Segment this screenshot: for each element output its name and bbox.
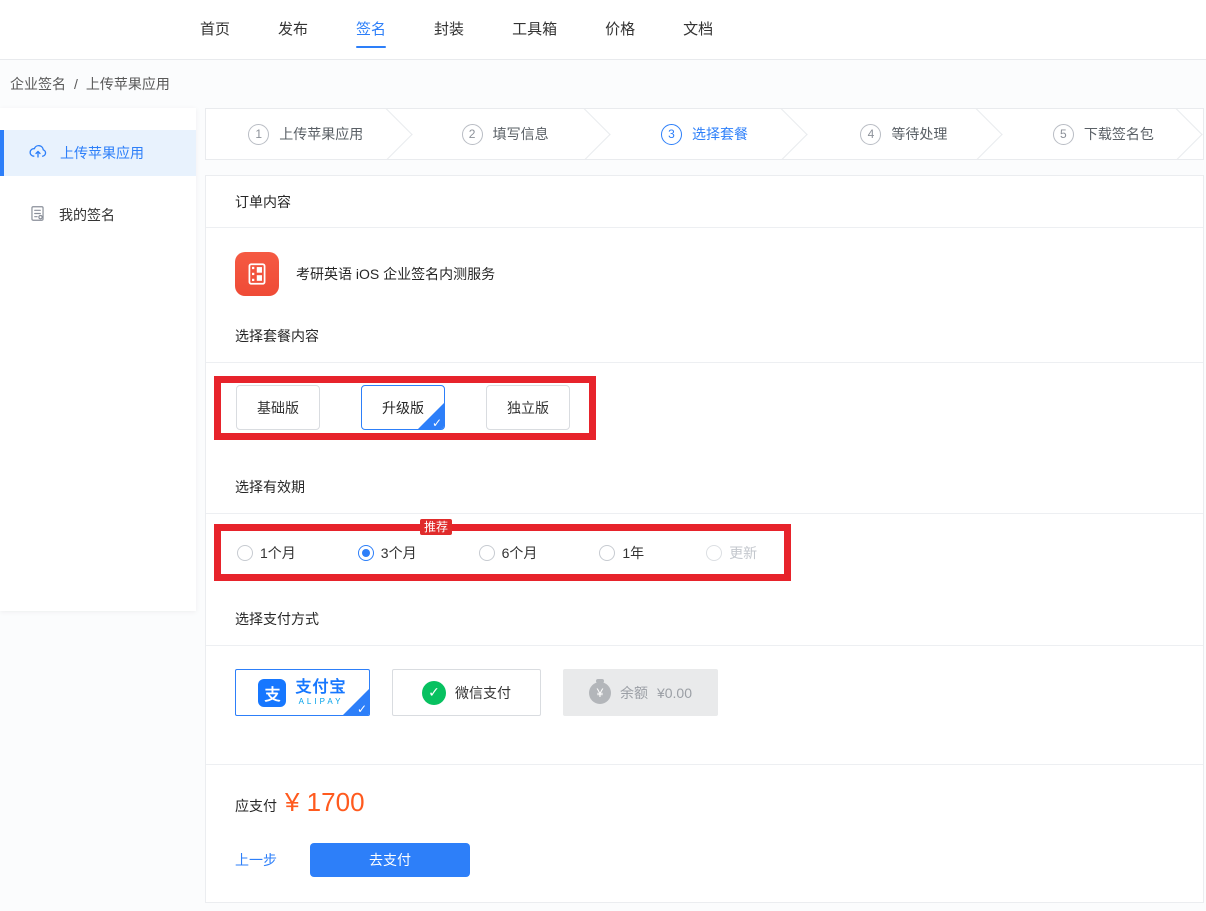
previous-step-link[interactable]: 上一步 [235, 850, 277, 870]
validity-section-title: 选择有效期 [206, 460, 1203, 514]
radio-label: 1个月 [260, 543, 296, 563]
step-number: 5 [1053, 124, 1074, 145]
validity-options: 1个月 3个月 6个月 1年 更新 [237, 531, 757, 574]
step-label: 选择套餐 [692, 124, 748, 144]
go-pay-button[interactable]: 去支付 [310, 843, 470, 877]
annotation-box-validity: 推荐 1个月 3个月 6个月 1年 [214, 524, 791, 581]
sidebar-item-upload-app[interactable]: 上传苹果应用 [0, 130, 196, 176]
page: 首页 发布 签名 封装 工具箱 价格 文档 企业签名 / 上传苹果应用 上传苹果… [0, 0, 1206, 911]
payable-amount: ¥ 1700 [285, 787, 365, 818]
step-number: 1 [248, 124, 269, 145]
breadcrumb-current: 上传苹果应用 [86, 74, 170, 94]
order-app-row: 考研英语 iOS 企业签名内测服务 [235, 252, 495, 296]
top-header: 首页 发布 签名 封装 工具箱 价格 文档 [0, 0, 1206, 60]
check-icon: ✓ [432, 416, 442, 430]
balance-label: 余额 [620, 683, 648, 703]
sidebar-item-my-signatures[interactable]: 我的签名 [0, 192, 196, 238]
validity-option-6months[interactable]: 6个月 [479, 543, 538, 563]
nav-item-docs[interactable]: 文档 [683, 0, 713, 60]
validity-option-1month[interactable]: 1个月 [237, 543, 296, 563]
radio-icon [479, 545, 495, 561]
money-bag-icon: ¥ [589, 682, 611, 704]
footer-actions: 上一步 去支付 [235, 843, 470, 877]
package-option-basic[interactable]: 基础版 [236, 385, 320, 430]
step-number: 4 [860, 124, 881, 145]
step-label: 填写信息 [493, 124, 549, 144]
validity-option-renew: 更新 [706, 543, 757, 563]
alipay-sublabel: ALIPAY [299, 698, 344, 706]
package-options: 基础版 升级版 ✓ 独立版 [236, 385, 570, 430]
alipay-wordmark: 支付宝 ALIPAY [295, 680, 346, 706]
package-section-title: 选择套餐内容 [206, 309, 1203, 363]
step-label: 等待处理 [891, 124, 947, 144]
payable-label: 应支付 [235, 796, 277, 816]
package-option-standalone[interactable]: 独立版 [486, 385, 570, 430]
payment-method-alipay[interactable]: 支 支付宝 ALIPAY ✓ [235, 669, 370, 716]
step-label: 上传苹果应用 [279, 124, 363, 144]
payment-method-wechat[interactable]: ✓ 微信支付 [392, 669, 541, 716]
nav-item-toolbox[interactable]: 工具箱 [512, 0, 557, 60]
sidebar-item-label: 上传苹果应用 [60, 143, 144, 163]
cloud-upload-icon [28, 142, 48, 165]
step-label: 下载签名包 [1084, 124, 1154, 144]
sidebar: 上传苹果应用 我的签名 [0, 108, 196, 611]
radio-icon [358, 545, 374, 561]
nav-item-signing[interactable]: 签名 [356, 0, 386, 60]
order-panel: 订单内容 考研英语 iOS 企业签名内测服务 选择套餐内容 基础版 升 [205, 175, 1204, 903]
radio-icon [706, 545, 722, 561]
payment-section-title: 选择支付方式 [206, 592, 1203, 646]
wechat-label: 微信支付 [455, 683, 511, 703]
radio-label: 3个月 [381, 543, 417, 563]
film-icon [235, 252, 279, 296]
radio-icon [599, 545, 615, 561]
order-app-name: 考研英语 iOS 企业签名内测服务 [296, 264, 495, 284]
sidebar-item-label: 我的签名 [59, 205, 115, 225]
payable-row: 应支付 ¥ 1700 [235, 787, 365, 818]
radio-label: 6个月 [502, 543, 538, 563]
annotation-box-package: 基础版 升级版 ✓ 独立版 [214, 376, 596, 440]
nav-item-publish[interactable]: 发布 [278, 0, 308, 60]
wechat-pay-icon: ✓ [422, 681, 446, 705]
radio-icon [237, 545, 253, 561]
balance-amount: ¥0.00 [657, 685, 692, 701]
package-option-upgrade[interactable]: 升级版 ✓ [361, 385, 445, 430]
step-number: 2 [462, 124, 483, 145]
nav-item-package[interactable]: 封装 [434, 0, 464, 60]
payment-method-balance: ¥ 余额 ¥0.00 [563, 669, 718, 716]
validity-option-1year[interactable]: 1年 [599, 543, 644, 563]
order-section-title: 订单内容 [206, 176, 1203, 228]
main-nav: 首页 发布 签名 封装 工具箱 价格 文档 [200, 0, 713, 60]
footer-divider [206, 764, 1203, 765]
validity-option-3months[interactable]: 3个月 [358, 543, 417, 563]
alipay-label: 支付宝 [295, 680, 346, 696]
progress-steps: 1 上传苹果应用 2 填写信息 3 选择套餐 4 等待处理 5 下载签名包 [205, 108, 1204, 160]
nav-item-home[interactable]: 首页 [200, 0, 230, 60]
nav-item-pricing[interactable]: 价格 [605, 0, 635, 60]
step-number: 3 [661, 124, 682, 145]
radio-label: 1年 [622, 543, 644, 563]
breadcrumb-parent[interactable]: 企业签名 [10, 74, 66, 94]
payment-methods: 支 支付宝 ALIPAY ✓ ✓ 微信支付 ¥ 余额 ¥0.00 [235, 669, 718, 716]
breadcrumb-separator: / [74, 76, 78, 92]
breadcrumb: 企业签名 / 上传苹果应用 [10, 61, 170, 107]
radio-label: 更新 [729, 543, 757, 563]
signature-doc-icon [28, 204, 47, 226]
check-icon: ✓ [357, 702, 367, 716]
alipay-logo-icon: 支 [258, 679, 286, 707]
